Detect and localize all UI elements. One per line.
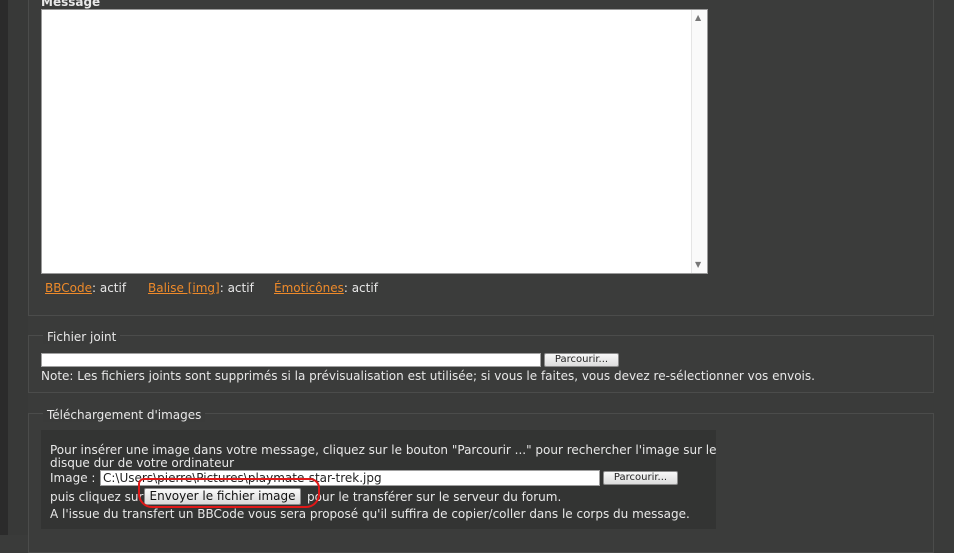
image-upload-intro-line2: disque dur de votre ordinateur	[50, 456, 235, 470]
window-edge	[0, 0, 8, 535]
message-legend: Message	[41, 0, 101, 9]
message-textarea[interactable]: ▲ ▼	[41, 9, 708, 274]
img-tag-status: Balise [img]: actif	[148, 281, 254, 295]
send-image-button[interactable]: Envoyer le fichier image	[144, 488, 301, 505]
image-label: Image :	[50, 471, 96, 485]
emoticons-status: Émoticônes: actif	[274, 281, 378, 295]
then-click-text: puis cliquez sur	[50, 490, 144, 504]
image-browse-button[interactable]: Parcourir...	[603, 471, 678, 485]
attachment-note: Note: Les fichiers joints sont supprimés…	[41, 369, 815, 383]
bbcode-link[interactable]: BBCode	[45, 281, 92, 295]
scroll-down-arrow-icon[interactable]: ▼	[695, 261, 701, 269]
attachment-file-input[interactable]	[41, 353, 541, 367]
img-tag-status-value: : actif	[219, 281, 254, 295]
bbcode-status: BBCode: actif	[45, 281, 126, 295]
attachment-legend: Fichier joint	[43, 330, 121, 344]
emoticons-link[interactable]: Émoticônes	[274, 281, 344, 295]
textarea-scrollbar[interactable]: ▲ ▼	[691, 10, 707, 273]
after-send-text: pour le transférer sur le serveur du for…	[307, 490, 562, 504]
img-tag-link[interactable]: Balise [img]	[148, 281, 220, 295]
emoticons-status-value: : actif	[343, 281, 378, 295]
bbcode-status-value: : actif	[91, 281, 127, 295]
scroll-up-arrow-icon[interactable]: ▲	[695, 14, 701, 22]
image-path-input[interactable]: C:\Users\pierre\Pictures\playmate-star-t…	[100, 470, 600, 486]
bbcode-result-text: A l'issue du transfert un BBCode vous se…	[50, 507, 690, 521]
page-gutter	[8, 0, 28, 535]
image-upload-legend: Téléchargement d'images	[43, 408, 206, 422]
attachment-browse-button[interactable]: Parcourir...	[544, 353, 619, 367]
